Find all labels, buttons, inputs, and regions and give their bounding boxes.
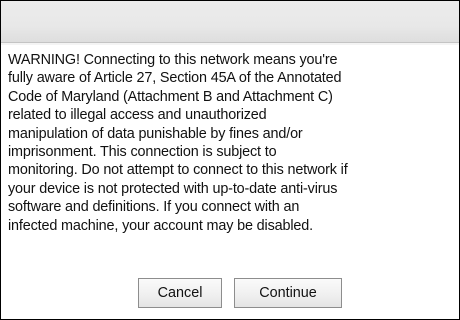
- dialog-title-bar[interactable]: [1, 1, 459, 43]
- warning-message: WARNING! Connecting to this network mean…: [8, 51, 454, 235]
- message-line: Code of Maryland (Attachment B and Attac…: [8, 88, 333, 105]
- screen: WARNING! Connecting to this network mean…: [0, 0, 460, 320]
- message-line: related to illegal access and unauthoriz…: [8, 107, 267, 124]
- message-line: manipulation of data punishable by fines…: [8, 125, 303, 142]
- message-line: imprisonment. This connection is subject…: [8, 144, 277, 161]
- message-line: fully aware of Article 27, Section 45A o…: [8, 70, 342, 87]
- message-line: software and definitions. If you connect…: [8, 199, 300, 216]
- dialog-button-row: Cancel Continue: [1, 278, 459, 310]
- warning-dialog: WARNING! Connecting to this network mean…: [0, 0, 460, 320]
- title-bar-divider: [1, 43, 459, 45]
- message-line: your device is not protected with up-to-…: [8, 180, 338, 197]
- cancel-button[interactable]: Cancel: [138, 278, 222, 308]
- message-line: monitoring. Do not attempt to connect to…: [8, 162, 348, 179]
- message-line: infected machine, your account may be di…: [8, 217, 313, 234]
- continue-button[interactable]: Continue: [234, 278, 342, 308]
- message-line: WARNING! Connecting to this network mean…: [8, 52, 338, 68]
